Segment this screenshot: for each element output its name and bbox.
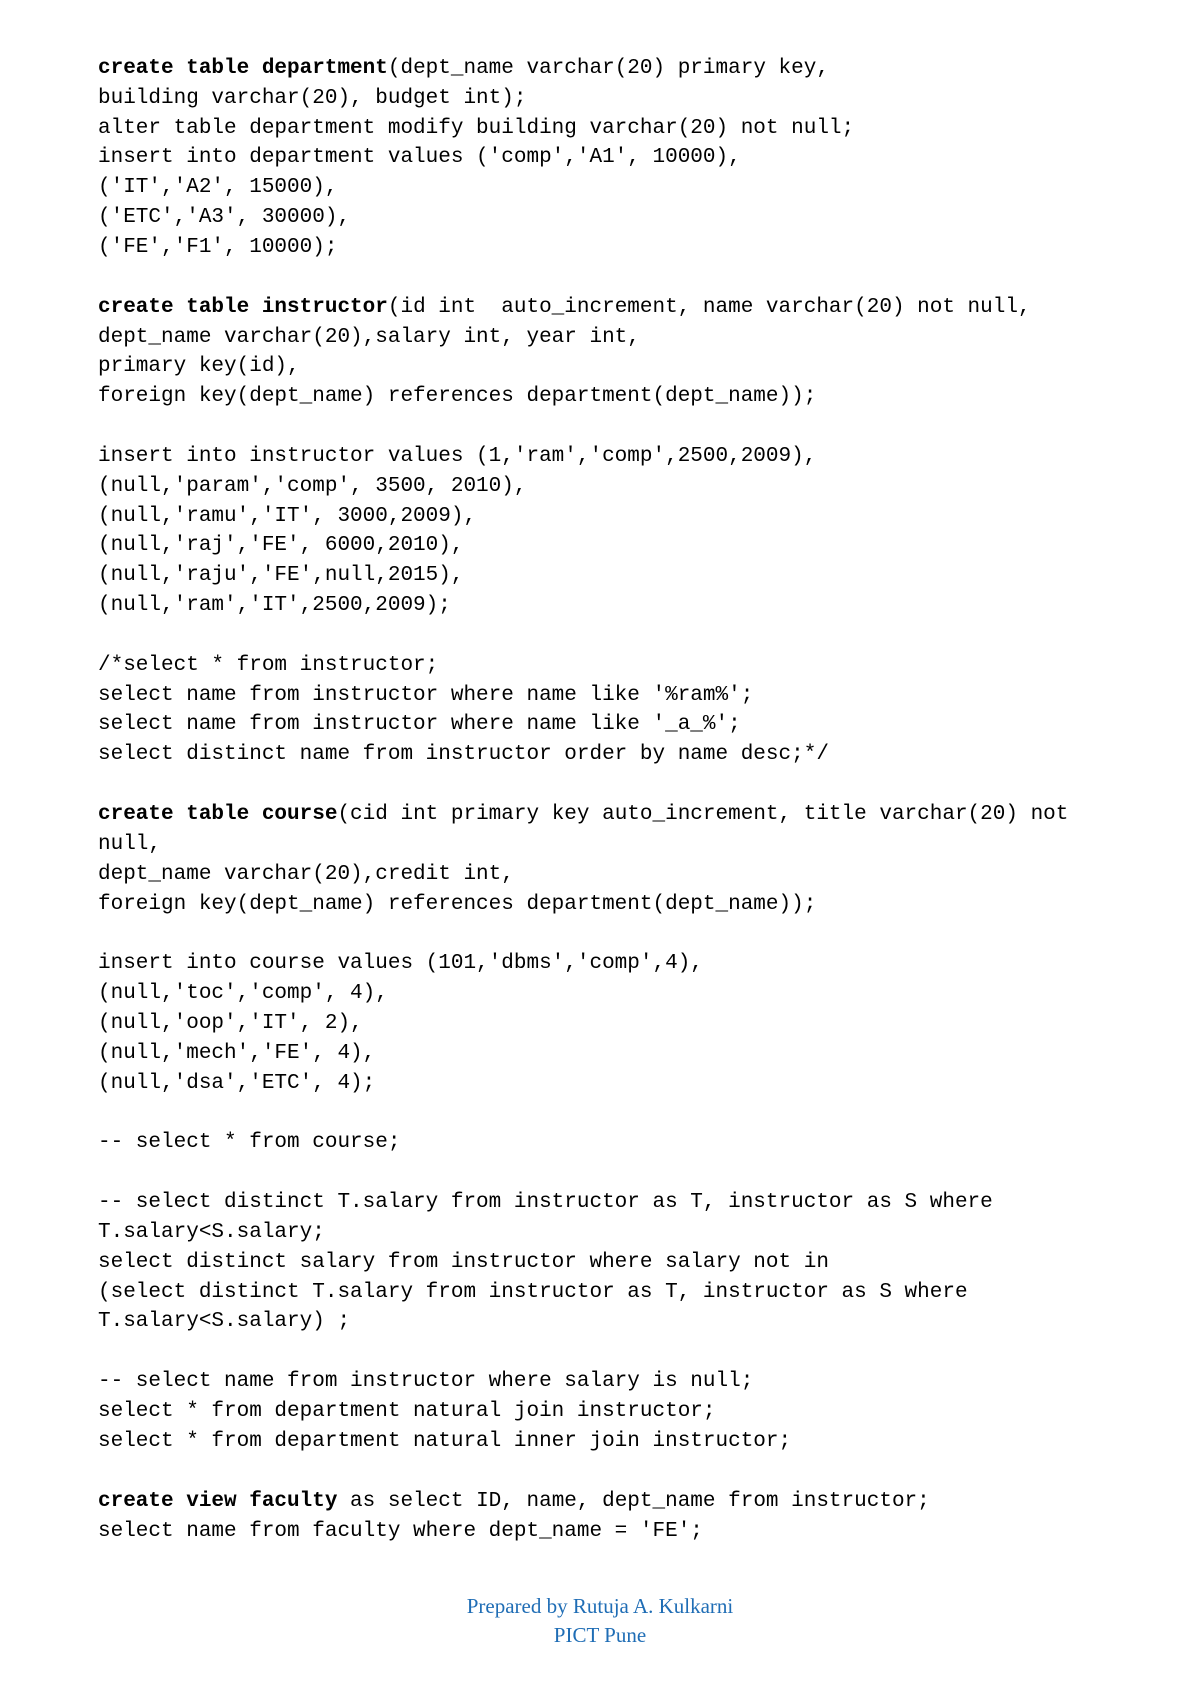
code-text: insert into course values (101,'dbms','c…: [98, 952, 703, 1094]
code-block-9: -- select name from instructor where sal…: [98, 1367, 1102, 1456]
code-text: -- select distinct T.salary from instruc…: [98, 1191, 1005, 1333]
code-block-4: /*select * from instructor; select name …: [98, 651, 1102, 770]
bold-keyword: create table department: [98, 57, 388, 80]
code-block-7: -- select * from course;: [98, 1128, 1102, 1158]
code-block-2: create table instructor(id int auto_incr…: [98, 293, 1102, 412]
code-text: -- select * from course;: [98, 1131, 400, 1154]
bold-keyword: create table course: [98, 803, 337, 826]
code-block-5: create table course(cid int primary key …: [98, 800, 1102, 919]
code-text: (dept_name varchar(20) primary key, buil…: [98, 57, 854, 259]
bold-keyword: create view faculty: [98, 1490, 337, 1513]
code-text: insert into instructor values (1,'ram','…: [98, 445, 816, 617]
code-block-6: insert into course values (101,'dbms','c…: [98, 949, 1102, 1098]
code-text: -- select name from instructor where sal…: [98, 1370, 791, 1453]
footer-author: Prepared by Rutuja A. Kulkarni: [0, 1592, 1200, 1620]
code-text: /*select * from instructor; select name …: [98, 654, 829, 766]
code-block-1: create table department(dept_name varcha…: [98, 54, 1102, 263]
bold-keyword: create table instructor: [98, 296, 388, 319]
code-block-10: create view faculty as select ID, name, …: [98, 1487, 1102, 1547]
page-footer: Prepared by Rutuja A. Kulkarni PICT Pune: [0, 1592, 1200, 1649]
code-block-8: -- select distinct T.salary from instruc…: [98, 1188, 1102, 1337]
footer-institution: PICT Pune: [0, 1621, 1200, 1649]
code-block-3: insert into instructor values (1,'ram','…: [98, 442, 1102, 621]
